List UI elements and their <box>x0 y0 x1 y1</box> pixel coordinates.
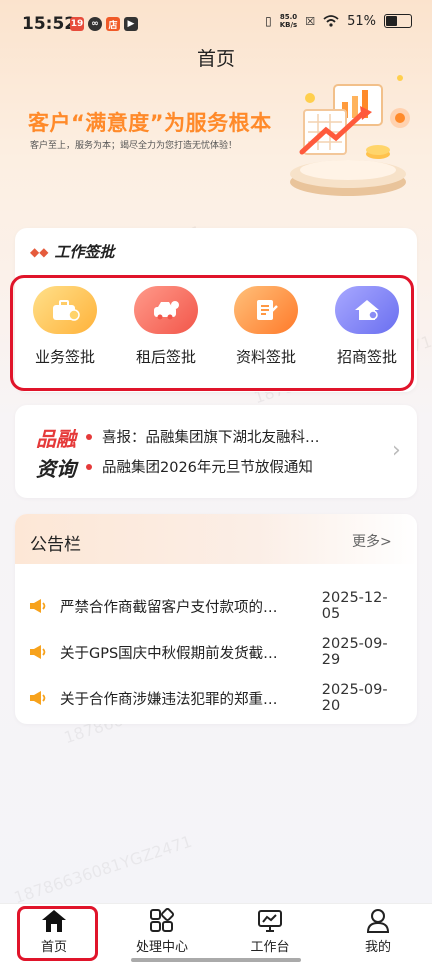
play-notification-icon: ▶ <box>124 17 138 31</box>
page-title: 首页 <box>196 48 235 70</box>
approval-highlight-box <box>10 275 414 391</box>
battery-icon <box>384 14 412 28</box>
news-logo-line1: 品融 <box>36 427 76 451</box>
news-item[interactable]: 品融集团2026年元旦节放假通知 <box>86 456 313 477</box>
app-notification-icon: 19 <box>70 17 84 31</box>
notice-board-title: 公告栏 <box>30 535 81 555</box>
megaphone-icon <box>29 645 46 659</box>
bullet-icon <box>86 463 92 470</box>
chevron-right-icon[interactable]: › <box>392 438 401 463</box>
watermark: 18786636081YGZ2471 <box>11 831 195 908</box>
news-item[interactable]: 喜报：品融集团旗下湖北友融科… <box>86 426 320 447</box>
banner-illustration <box>290 75 410 196</box>
news-logo-line2: 资询 <box>36 457 76 481</box>
notification-icons: 19 ∞ 店 ▶ <box>70 17 138 31</box>
battery-percent: 51% <box>347 13 376 29</box>
link-notification-icon: ∞ <box>88 17 102 31</box>
megaphone-icon <box>29 599 46 613</box>
banner-title: 客户“满意度”为服务根本 <box>28 111 272 135</box>
shop-notification-icon: 店 <box>106 17 120 31</box>
notice-row[interactable]: 严禁合作商截留客户支付款项的… 2025-12-05 <box>28 590 406 622</box>
work-approval-title: ◆◆ 工作签批 <box>30 243 115 261</box>
monitor-icon <box>258 910 282 932</box>
home-highlight-box <box>17 906 98 961</box>
bullet-icon <box>86 433 92 440</box>
vibrate-icon: ▯ <box>265 14 272 28</box>
sim-icon: ☒ <box>305 14 316 28</box>
megaphone-icon <box>29 691 46 705</box>
user-icon <box>366 909 390 933</box>
wifi-icon <box>323 15 339 27</box>
status-time: 15:52 <box>22 14 77 34</box>
net-speed: 85.0 KB/s <box>279 13 298 29</box>
double-chevron-icon: ◆◆ <box>30 244 49 259</box>
nav-workbench[interactable]: 工作台 <box>230 908 310 955</box>
notice-row[interactable]: 关于GPS国庆中秋假期前发货截… 2025-09-29 <box>28 636 406 668</box>
nav-mine[interactable]: 我的 <box>338 908 418 955</box>
banner-subtitle: 客户至上，服务为本；竭尽全力为您打造无忧体验！ <box>30 141 238 151</box>
status-right: ▯ 85.0 KB/s ☒ 51% <box>265 13 412 29</box>
more-link[interactable]: 更多> <box>352 531 392 551</box>
gesture-bar <box>131 958 301 962</box>
grid-icon <box>150 908 175 932</box>
nav-processing-center[interactable]: 处理中心 <box>122 908 202 955</box>
notice-row[interactable]: 关于合作商涉嫌违法犯罪的郑重… 2025-09-20 <box>28 682 406 714</box>
